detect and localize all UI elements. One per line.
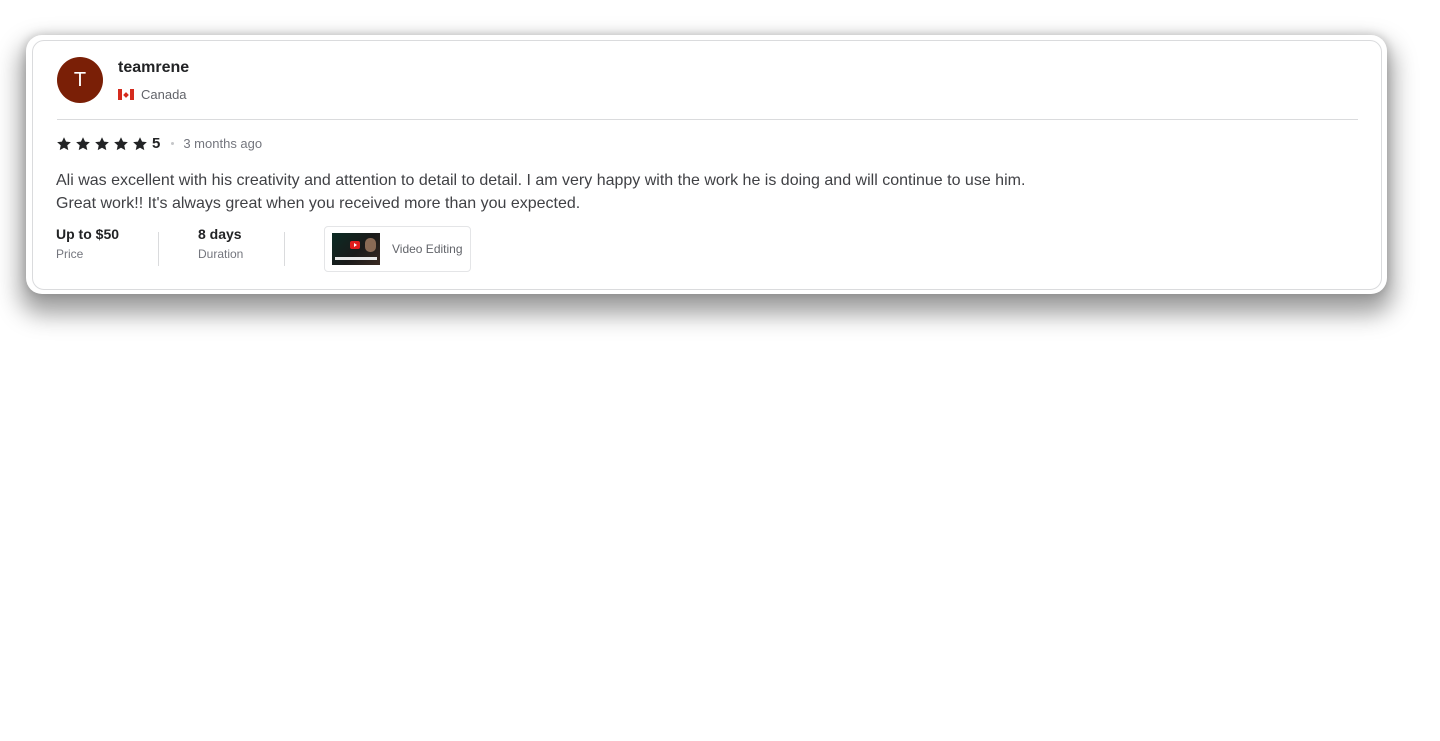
star-rating <box>56 136 148 152</box>
reviewer-country: Canada <box>118 87 187 102</box>
rating-row: 5 3 months ago <box>56 135 262 152</box>
duration-info: 8 days Duration <box>198 226 284 261</box>
meta-divider <box>158 232 159 266</box>
star-icon <box>133 136 147 150</box>
star-icon <box>57 136 71 150</box>
review-card: T teamrene Canada 5 3 months ago Ali was… <box>26 35 1387 294</box>
canada-flag-icon <box>118 89 134 100</box>
review-text-line: Ali was excellent with his creativity an… <box>56 172 1026 189</box>
star-icon <box>95 136 109 150</box>
review-text-line: Great work!! It's always great when you … <box>56 195 581 212</box>
star-icon <box>76 136 90 150</box>
review-time: 3 months ago <box>183 136 263 151</box>
avatar-initial: T <box>73 68 87 91</box>
review-body: Ali was excellent with his creativity an… <box>56 169 1025 215</box>
gig-link[interactable]: Video Editing <box>324 226 471 272</box>
star-icon <box>114 136 128 150</box>
rating-value: 5 <box>152 135 161 152</box>
price-value: Up to $50 <box>56 226 120 242</box>
avatar[interactable]: T <box>57 57 103 103</box>
duration-value: 8 days <box>198 226 242 242</box>
play-icon <box>350 241 360 249</box>
duration-label: Duration <box>198 247 244 261</box>
gig-thumbnail <box>332 233 380 265</box>
price-label: Price <box>56 247 84 261</box>
price-info: Up to $50 Price <box>56 226 158 261</box>
country-name: Canada <box>141 87 187 102</box>
review-meta: Up to $50 Price 8 days Duration Video Ed… <box>56 226 471 272</box>
header-divider <box>57 119 1358 120</box>
reviewer-username[interactable]: teamrene <box>118 59 189 77</box>
meta-divider <box>284 232 285 266</box>
review-card-inner: T teamrene Canada 5 3 months ago Ali was… <box>32 40 1382 290</box>
gig-title: Video Editing <box>392 242 463 256</box>
separator-dot <box>171 142 175 145</box>
